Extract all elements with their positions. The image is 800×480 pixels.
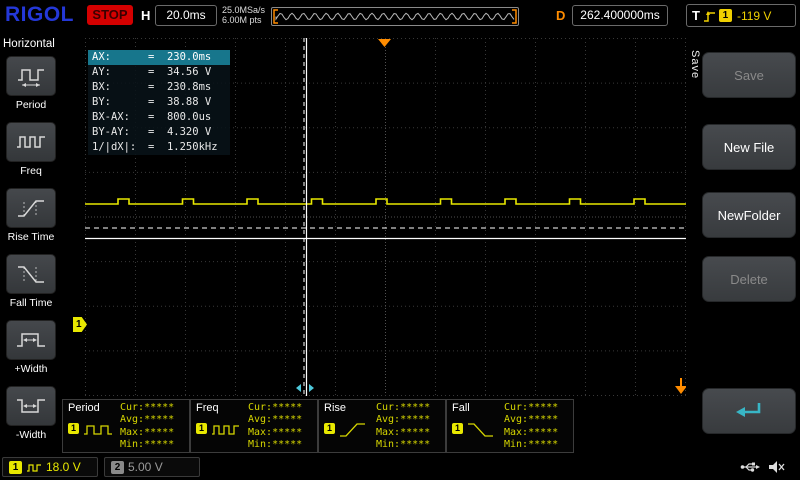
readout-row-bxax: BX-AX:= 800.0us (88, 110, 230, 125)
measurement-values: Cur:***** Avg:***** Max:***** Min:***** (248, 402, 302, 451)
channel-badge: 1 (68, 423, 79, 434)
rise-time-icon-box (6, 188, 56, 228)
sidebar-item-label: Freq (0, 165, 62, 177)
sidebar-item-rise-time[interactable]: Rise Time (0, 188, 62, 243)
measurement-panel-rise[interactable]: Rise 1 Cur:***** Avg:***** Max:***** Min… (318, 399, 446, 453)
rise-wave-icon (339, 422, 369, 438)
new-folder-button[interactable]: NewFolder (702, 192, 796, 238)
top-bar: RIGOL STOP H 20.0ms 25.0MSa/s 6.00M pts … (0, 0, 800, 32)
menu-tab-save: Save (689, 50, 701, 79)
sidebar-item-neg-width[interactable]: -Width (0, 386, 62, 441)
sidebar-item-period[interactable]: Period (0, 56, 62, 111)
trigger-source-badge: 1 (719, 9, 732, 22)
period-icon (15, 63, 47, 89)
speaker-muted-icon[interactable] (768, 459, 786, 475)
freq-icon-box (6, 122, 56, 162)
fall-wave-icon (467, 422, 497, 438)
readout-row-ay: AY:= 34.56 V (88, 65, 230, 80)
measurement-name: Rise (324, 402, 346, 414)
cursor-readout: AX:= 230.0ms AY:= 34.56 V BX:= 230.8ms B… (88, 50, 230, 155)
freq-wave-icon (211, 422, 241, 438)
trigger-label: T (692, 8, 700, 23)
usb-icon (740, 460, 760, 474)
timebase-label: H (141, 8, 150, 23)
memory-waveform-icon (272, 8, 518, 25)
measurement-name: Fall (452, 402, 470, 414)
measurement-name: Freq (196, 402, 219, 414)
memory-position-bar[interactable] (271, 7, 519, 26)
channel2-status[interactable]: 2 5.00 V (104, 457, 200, 477)
sidebar-item-label: +Width (0, 363, 62, 375)
measurement-panel-period[interactable]: Period 1 Cur:***** Avg:***** Max:***** M… (62, 399, 190, 453)
channel-badge: 1 (452, 423, 463, 434)
measurement-bar: Period 1 Cur:***** Avg:***** Max:***** M… (62, 399, 574, 453)
channel2-scale: 5.00 V (128, 460, 163, 474)
readout-row-by: BY:= 38.88 V (88, 95, 230, 110)
back-button[interactable] (702, 388, 796, 434)
sample-rate: 25.0MSa/s (222, 5, 265, 15)
measurement-name: Period (68, 402, 100, 414)
period-icon-box (6, 56, 56, 96)
trigger-slope-icon (703, 9, 716, 23)
run-state-badge[interactable]: STOP (87, 5, 133, 25)
trigger-level: -119 V (737, 9, 771, 23)
channel2-badge: 2 (111, 461, 124, 474)
channel-badge: 1 (196, 423, 207, 434)
channel1-scale: 18.0 V (46, 460, 81, 474)
sidebar-item-label: Rise Time (0, 231, 62, 243)
period-wave-icon (83, 422, 113, 438)
channel1-badge: 1 (9, 461, 22, 474)
channel-badge: 1 (324, 423, 335, 434)
trigger-info[interactable]: T 1 -119 V (686, 4, 796, 27)
return-icon (734, 400, 764, 422)
delay-readout[interactable]: 262.400000ms (572, 5, 668, 26)
oscilloscope-screen: RIGOL STOP H 20.0ms 25.0MSa/s 6.00M pts … (0, 0, 800, 480)
measurement-values: Cur:***** Avg:***** Max:***** Min:***** (376, 402, 430, 451)
save-button[interactable]: Save (702, 52, 796, 98)
readout-row-inv-dx: 1/|dX|:= 1.250kHz (88, 140, 230, 155)
sidebar-item-freq[interactable]: Freq (0, 122, 62, 177)
rise-time-icon (15, 195, 47, 221)
fall-time-icon-box (6, 254, 56, 294)
fall-time-icon (15, 261, 47, 287)
sidebar-item-label: Fall Time (0, 297, 62, 309)
sidebar-item-label: -Width (0, 429, 62, 441)
timebase-readout[interactable]: 20.0ms (155, 5, 217, 26)
freq-icon (15, 129, 47, 155)
measure-menu-title: Horizontal (3, 38, 55, 50)
neg-width-icon (15, 393, 47, 419)
new-file-button[interactable]: New File (702, 124, 796, 170)
readout-row-byay: BY-AY:= 4.320 V (88, 125, 230, 140)
sidebar-item-label: Period (0, 99, 62, 111)
measurement-values: Cur:***** Avg:***** Max:***** Min:***** (120, 402, 174, 451)
measurement-values: Cur:***** Avg:***** Max:***** Min:***** (504, 402, 558, 451)
readout-row-bx: BX:= 230.8ms (88, 80, 230, 95)
sidebar-item-pos-width[interactable]: +Width (0, 320, 62, 375)
measurement-panel-freq[interactable]: Freq 1 Cur:***** Avg:***** Max:***** Min… (190, 399, 318, 453)
readout-row-ax: AX:= 230.0ms (88, 50, 230, 65)
channel1-wave-icon (26, 462, 42, 473)
neg-width-icon-box (6, 386, 56, 426)
acquisition-info: 25.0MSa/s 6.00M pts (222, 5, 265, 25)
delay-label: D (556, 8, 565, 23)
measurement-panel-fall[interactable]: Fall 1 Cur:***** Avg:***** Max:***** Min… (446, 399, 574, 453)
measure-menu: Horizontal Period Freq (0, 0, 62, 455)
sidebar-item-fall-time[interactable]: Fall Time (0, 254, 62, 309)
pos-width-icon-box (6, 320, 56, 360)
delete-button[interactable]: Delete (702, 256, 796, 302)
channel1-status[interactable]: 1 18.0 V (2, 457, 98, 477)
display-area: AX:= 230.0ms AY:= 34.56 V BX:= 230.8ms B… (85, 38, 686, 396)
pos-width-icon (15, 327, 47, 353)
memory-depth: 6.00M pts (222, 15, 265, 25)
